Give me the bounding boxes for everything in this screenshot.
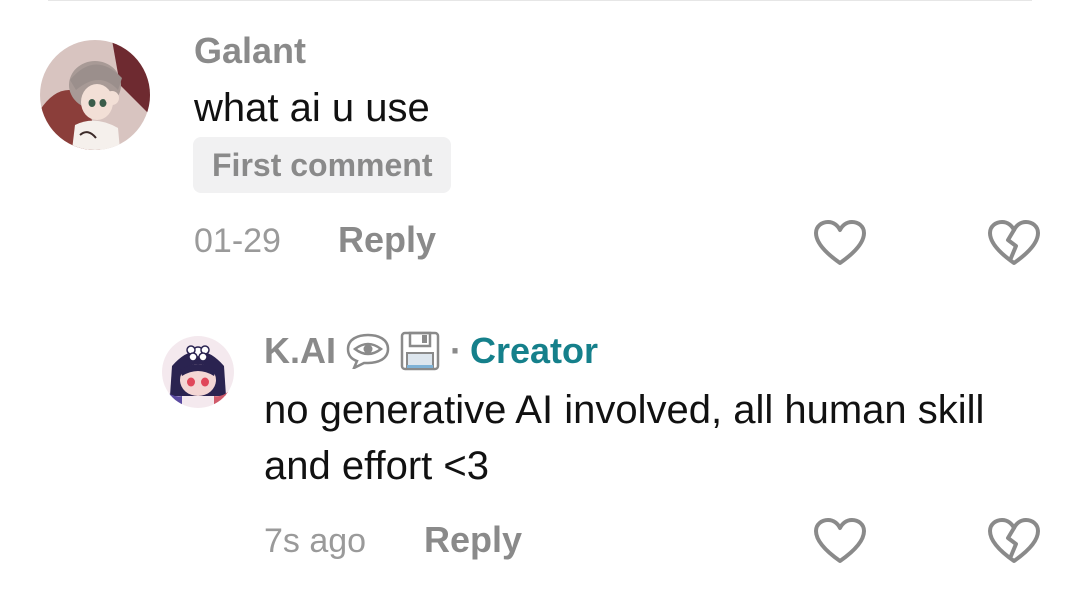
dislike-broken-heart-icon[interactable] (986, 516, 1042, 566)
dislike-broken-heart-icon[interactable] (986, 218, 1042, 268)
separator-dot: · (450, 330, 462, 371)
reply-button[interactable]: Reply (424, 520, 522, 560)
avatar[interactable] (162, 336, 234, 408)
floppy-disk-icon (400, 331, 440, 371)
eye-in-speech-bubble-icon (344, 333, 392, 369)
reply-username-row: K.AI · Creator (264, 331, 598, 371)
avatar[interactable] (40, 40, 150, 150)
first-comment-badge: First comment (193, 137, 452, 193)
top-divider (48, 0, 1032, 1)
reply-timestamp: 7s ago (264, 522, 367, 560)
reply-username[interactable]: K.AI (264, 331, 336, 371)
like-heart-icon[interactable] (812, 218, 868, 268)
comment-text: what ai u use (194, 86, 430, 130)
like-heart-icon[interactable] (812, 516, 868, 566)
comment-username[interactable]: Galant (194, 31, 306, 71)
reply-button[interactable]: Reply (338, 220, 436, 260)
comment-timestamp: 01-29 (194, 222, 281, 260)
reply-text: no generative AI involved, all human ski… (264, 388, 985, 488)
creator-label: Creator (470, 330, 599, 371)
